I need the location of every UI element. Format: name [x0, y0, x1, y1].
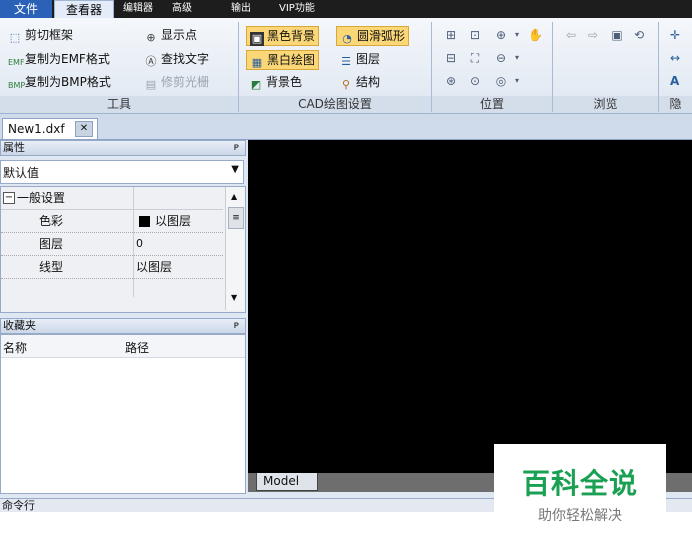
group-label-position: 位置: [432, 96, 552, 113]
refresh-icon[interactable]: ⟲: [632, 28, 646, 42]
back-arrow-icon[interactable]: ⇦: [564, 28, 578, 42]
property-name: 色彩: [39, 214, 64, 228]
scrollbar[interactable]: ▲ ≡ ▼: [225, 187, 245, 310]
zoom-fit-icon[interactable]: ⛶: [468, 51, 482, 65]
zoom-window-icon[interactable]: ⊡: [468, 28, 482, 42]
bmp-icon: BMP: [8, 81, 26, 90]
document-tab-bar: New1.dxf ✕: [0, 114, 692, 140]
watermark-title: 百科全说: [521, 467, 638, 500]
layers-button[interactable]: ☰ 图层: [339, 50, 380, 68]
menu-tab-file[interactable]: 文件: [0, 0, 52, 18]
property-grid: − 一般设置 色彩 以图层 图层 0 线型 以图层 ▲ ≡ ▼: [0, 186, 246, 313]
scroll-up-icon[interactable]: ▲: [231, 192, 237, 201]
zoom-previous-icon[interactable]: ⊙: [468, 74, 482, 88]
group-label-browse: 浏览: [553, 96, 658, 113]
show-points-icon: ⊕: [146, 31, 156, 44]
close-icon[interactable]: ✕: [75, 121, 93, 137]
find-text-button[interactable]: Ⓐ 查找文字: [144, 50, 210, 68]
group-label-hidden: 隐: [659, 96, 692, 113]
property-row[interactable]: 色彩 以图层: [1, 210, 223, 233]
copy-emf-button[interactable]: EMF复制为EMF格式: [8, 50, 110, 68]
chevron-down-icon[interactable]: ▾: [510, 28, 524, 42]
drawing-canvas[interactable]: [248, 140, 692, 473]
structure-icon: ⚲: [341, 78, 351, 91]
menu-tab-output[interactable]: 输出: [231, 0, 267, 18]
fit-view-icon[interactable]: ⊞: [444, 28, 458, 42]
property-value: 以图层: [155, 214, 192, 228]
property-name: 线型: [39, 260, 64, 274]
trim-raster-icon: ▤: [145, 78, 157, 91]
property-row[interactable]: 线型 以图层: [1, 256, 223, 279]
black-background-button[interactable]: ▣ 黑色背景: [246, 26, 320, 46]
properties-title: 属性: [3, 141, 25, 154]
find-text-icon: Ⓐ: [145, 55, 157, 68]
collapse-icon[interactable]: −: [3, 192, 15, 204]
smooth-arc-button[interactable]: ◔ 圆滑弧形: [336, 26, 410, 46]
group-label-cad-settings: CAD绘图设置: [239, 96, 431, 113]
scroll-down-icon[interactable]: ▼: [231, 293, 237, 302]
extents-icon[interactable]: ⊟: [444, 51, 458, 65]
property-name: 图层: [39, 237, 64, 251]
open-file-icon[interactable]: ▣: [610, 28, 624, 42]
section-general[interactable]: − 一般设置: [1, 187, 223, 210]
smooth-arc-icon: ◔: [342, 32, 352, 45]
dropdown-value: 默认值: [3, 166, 40, 180]
tab-new1-dxf[interactable]: New1.dxf ✕: [2, 118, 98, 139]
rotate-view-icon[interactable]: ◎: [494, 74, 508, 88]
structure-button[interactable]: ⚲ 结构: [339, 73, 380, 91]
crop-frame-button[interactable]: ⬚ 剪切框架: [8, 26, 73, 44]
properties-dropdown[interactable]: 默认值 ▼: [0, 160, 244, 184]
copy-bmp-button[interactable]: BMP复制为BMP格式: [8, 73, 111, 91]
pan-hand-icon[interactable]: ✋: [528, 28, 543, 42]
property-value: 0: [136, 237, 143, 250]
property-row[interactable]: 图层 0: [1, 233, 223, 256]
dimension-icon[interactable]: ↔: [668, 51, 682, 65]
tab-model[interactable]: Model: [256, 473, 318, 491]
column-header-name[interactable]: 名称: [3, 339, 27, 356]
favorites-title: 收藏夹: [3, 319, 36, 332]
black-background-icon: ▣: [250, 32, 264, 46]
scroll-thumb[interactable]: ≡: [228, 207, 244, 229]
menu-bar: 文件 查看器 编辑器 高级 输出 VIP功能: [0, 0, 692, 20]
menu-tab-advanced[interactable]: 高级: [172, 0, 208, 18]
group-label-tools: 工具: [0, 96, 238, 113]
realtime-zoom-icon[interactable]: ⊛: [444, 74, 458, 88]
color-swatch: [139, 216, 150, 227]
favorites-pane-header: 收藏夹 ᴘ: [0, 318, 246, 334]
property-value: 以图层: [136, 260, 173, 274]
zoom-out-icon[interactable]: ⊖: [494, 51, 508, 65]
watermark-logo: 百科全说 助你轻松解决: [494, 444, 666, 526]
section-label: 一般设置: [17, 191, 66, 205]
pin-icon[interactable]: ᴘ: [234, 319, 239, 333]
black-white-icon: ▦: [251, 56, 263, 69]
chevron-down-icon[interactable]: ▾: [510, 74, 524, 88]
favorites-header-row: 名称 路径: [1, 335, 245, 358]
favorites-list: 名称 路径: [0, 334, 246, 494]
show-points-button[interactable]: ⊕ 显示点: [144, 26, 197, 44]
watermark-subtitle: 助你轻松解决: [538, 508, 622, 524]
crop-frame-icon: ⬚: [9, 31, 21, 44]
trim-raster-button[interactable]: ▤ 修剪光栅: [144, 73, 209, 91]
measure-icon[interactable]: ✛: [668, 28, 682, 42]
menu-tab-viewer[interactable]: 查看器: [54, 0, 114, 20]
chevron-down-icon[interactable]: ▾: [510, 51, 524, 65]
model-tab-label: Model: [263, 474, 300, 488]
menu-tab-editor[interactable]: 编辑器: [123, 0, 163, 18]
black-white-drawing-button[interactable]: ▦ 黑白绘图: [246, 50, 320, 70]
background-color-button[interactable]: ◩ 背景色: [249, 73, 302, 91]
properties-pane-header: 属性 ᴘ: [0, 140, 246, 156]
chevron-down-icon[interactable]: ▼: [231, 164, 239, 175]
emf-icon: EMF: [8, 58, 25, 67]
menu-tab-vip[interactable]: VIP功能: [279, 0, 329, 18]
zoom-in-icon[interactable]: ⊕: [494, 28, 508, 42]
layers-icon: ☰: [341, 55, 351, 68]
forward-arrow-icon[interactable]: ⇨: [586, 28, 600, 42]
tab-label: New1.dxf: [8, 122, 65, 136]
text-tool-label[interactable]: A: [670, 72, 679, 90]
pin-icon[interactable]: ᴘ: [234, 141, 239, 155]
background-color-icon: ◩: [250, 78, 262, 91]
column-header-path[interactable]: 路径: [125, 339, 149, 356]
command-line-title: 命令行: [2, 499, 35, 512]
